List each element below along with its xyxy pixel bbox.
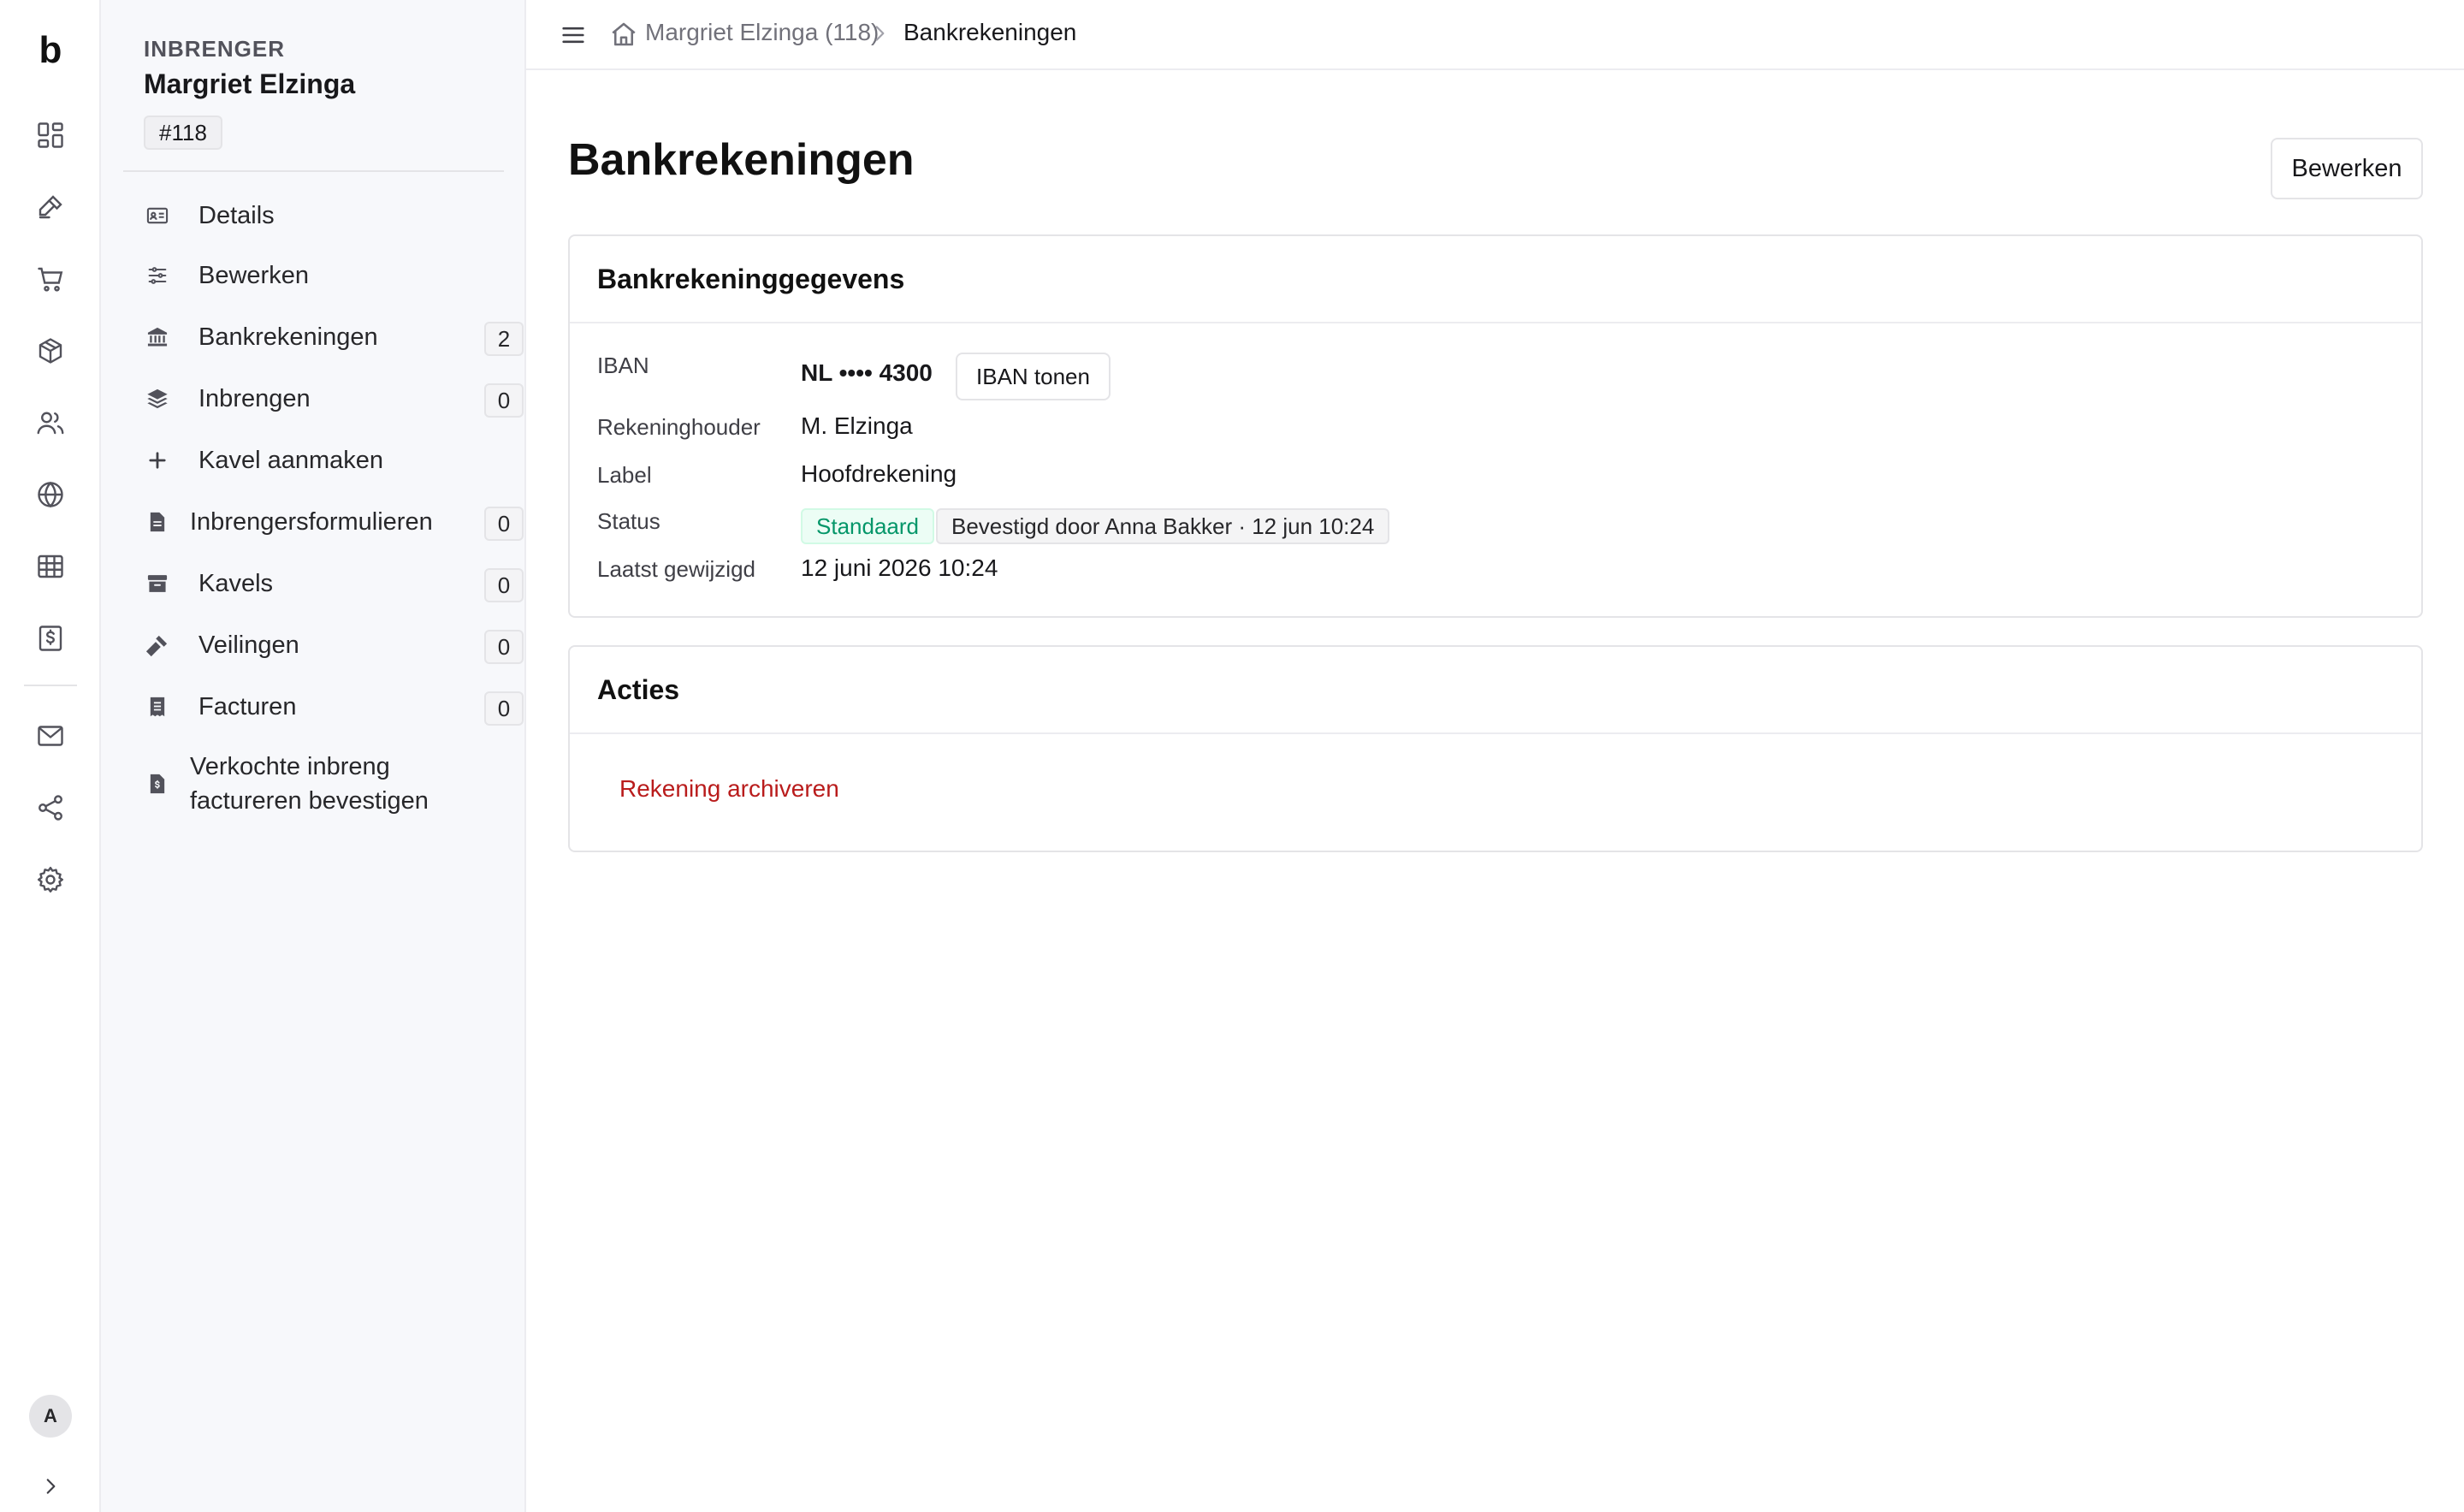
rail-divider — [24, 685, 77, 686]
sidebar-item-create-lot[interactable]: Kavel aanmaken — [144, 435, 590, 486]
sidebar-item-label-line2: factureren bevestigen — [190, 787, 429, 815]
sidebar-divider — [123, 170, 504, 172]
status-label: Status — [597, 508, 660, 534]
layers-icon — [144, 385, 171, 412]
sidebar-item-label: Facturen — [198, 693, 297, 720]
dashboard-icon[interactable] — [32, 116, 69, 154]
sidebar-item-consignor-forms[interactable]: Inbrengersformulieren 0 — [144, 496, 590, 548]
brand-logo[interactable]: b — [0, 29, 101, 72]
sidebar-item-label-line1: Verkochte inbreng — [190, 753, 390, 780]
actions-card: Acties Rekening archiveren — [568, 645, 2423, 852]
icon-rail: b A — [0, 0, 101, 1512]
bank-icon — [144, 323, 171, 351]
sidebar-item-label: Details — [198, 202, 275, 229]
page-title: Bankrekeningen — [568, 135, 915, 185]
sidebar-item-label: Bankrekeningen — [198, 323, 378, 351]
share-icon[interactable] — [32, 789, 69, 827]
table-icon[interactable] — [32, 548, 69, 585]
holder-value: M. Elzinga — [801, 412, 913, 439]
status-badge-default: Standaard — [801, 508, 934, 544]
top-bar: Margriet Elzinga (118) Bankrekeningen — [526, 0, 2464, 70]
sidebar-item-confirm-invoicing[interactable]: Verkochte inbreng factureren bevestigen — [144, 744, 590, 827]
sidebar-item-lots[interactable]: Kavels 0 — [144, 558, 590, 609]
user-avatar[interactable]: A — [29, 1395, 72, 1438]
label-label: Label — [597, 462, 652, 488]
users-icon[interactable] — [32, 404, 69, 442]
sidebar-item-count: 0 — [484, 507, 524, 541]
sidebar-item-count: 0 — [484, 691, 524, 726]
label-value: Hoofdrekening — [801, 460, 957, 487]
iban-label: IBAN — [597, 353, 649, 378]
sidebar-item-label: Inbrengen — [198, 385, 311, 412]
sidebar-item-label: Inbrengersformulieren — [190, 508, 433, 536]
sidebar-item-label: Kavel aanmaken — [198, 447, 384, 474]
sidebar-item-bank-accounts[interactable]: Bankrekeningen 2 — [144, 311, 590, 363]
settings-icon[interactable] — [32, 861, 69, 898]
sidebar-item-label: Bewerken — [198, 262, 309, 289]
sidebar-item-count: 0 — [484, 383, 524, 418]
sidebar-item-details[interactable]: Details — [144, 190, 590, 241]
package-icon[interactable] — [32, 332, 69, 370]
document-icon — [144, 508, 171, 536]
sidebar-item-auctions[interactable]: Veilingen 0 — [144, 620, 590, 671]
mail-icon[interactable] — [32, 717, 69, 755]
chevron-right-icon — [868, 22, 891, 44]
bank-account-details-card: Bankrekeninggegevens IBAN NL •••• 4300 I… — [568, 234, 2423, 618]
card-title: Acties — [570, 647, 2421, 734]
sidebar-item-count: 0 — [484, 630, 524, 664]
archive-account-link[interactable]: Rekening archiveren — [619, 775, 839, 803]
app-root: b A INBRENGER Margriet Elzinga #118 Deta… — [0, 0, 2464, 1512]
sidebar-item-label: Kavels — [198, 570, 274, 597]
edit-button[interactable]: Bewerken — [2271, 138, 2423, 199]
sidebar-item-consignments[interactable]: Inbrengen 0 — [144, 373, 590, 424]
breadcrumb-current: Bankrekeningen — [903, 19, 1077, 45]
archive-box-icon — [144, 570, 171, 597]
hamburger-menu-icon[interactable] — [559, 21, 588, 50]
status-badge-confirmed: Bevestigd door Anna Bakker · 12 jun 10:2… — [936, 508, 1390, 544]
consignor-id-badge: #118 — [144, 116, 222, 150]
holder-label: Rekeninghouder — [597, 414, 761, 440]
show-iban-button[interactable]: IBAN tonen — [956, 353, 1111, 400]
receipt-icon — [144, 693, 171, 720]
globe-icon[interactable] — [32, 476, 69, 513]
consignor-sidebar: INBRENGER Margriet Elzinga #118 Details … — [101, 0, 526, 1512]
receipt-dollar-icon[interactable] — [32, 620, 69, 657]
sidebar-item-count: 0 — [484, 568, 524, 602]
sidebar-item-count: 2 — [484, 322, 524, 356]
sidebar-item-edit[interactable]: Bewerken — [144, 250, 590, 301]
sliders-icon — [144, 262, 171, 289]
cart-icon[interactable] — [32, 260, 69, 298]
gavel-icon[interactable] — [32, 188, 69, 226]
iban-value: NL •••• 4300 — [801, 359, 933, 386]
modified-label: Laatst gewijzigd — [597, 556, 755, 582]
home-icon[interactable] — [608, 19, 639, 50]
card-title: Bankrekeninggegevens — [570, 236, 2421, 323]
breadcrumb-parent[interactable]: Margriet Elzinga (118) — [645, 19, 879, 46]
chevron-right-icon[interactable] — [38, 1473, 63, 1499]
entity-type-label: INBRENGER — [144, 36, 286, 62]
consignor-name: Margriet Elzinga — [144, 68, 356, 99]
sidebar-item-invoices[interactable]: Facturen 0 — [144, 681, 590, 732]
plus-icon — [144, 447, 171, 474]
document-dollar-icon — [144, 770, 171, 798]
modified-value: 12 juni 2026 10:24 — [801, 554, 998, 581]
gavel-icon — [144, 631, 171, 659]
id-card-icon — [144, 202, 171, 229]
sidebar-item-label: Veilingen — [198, 631, 299, 659]
